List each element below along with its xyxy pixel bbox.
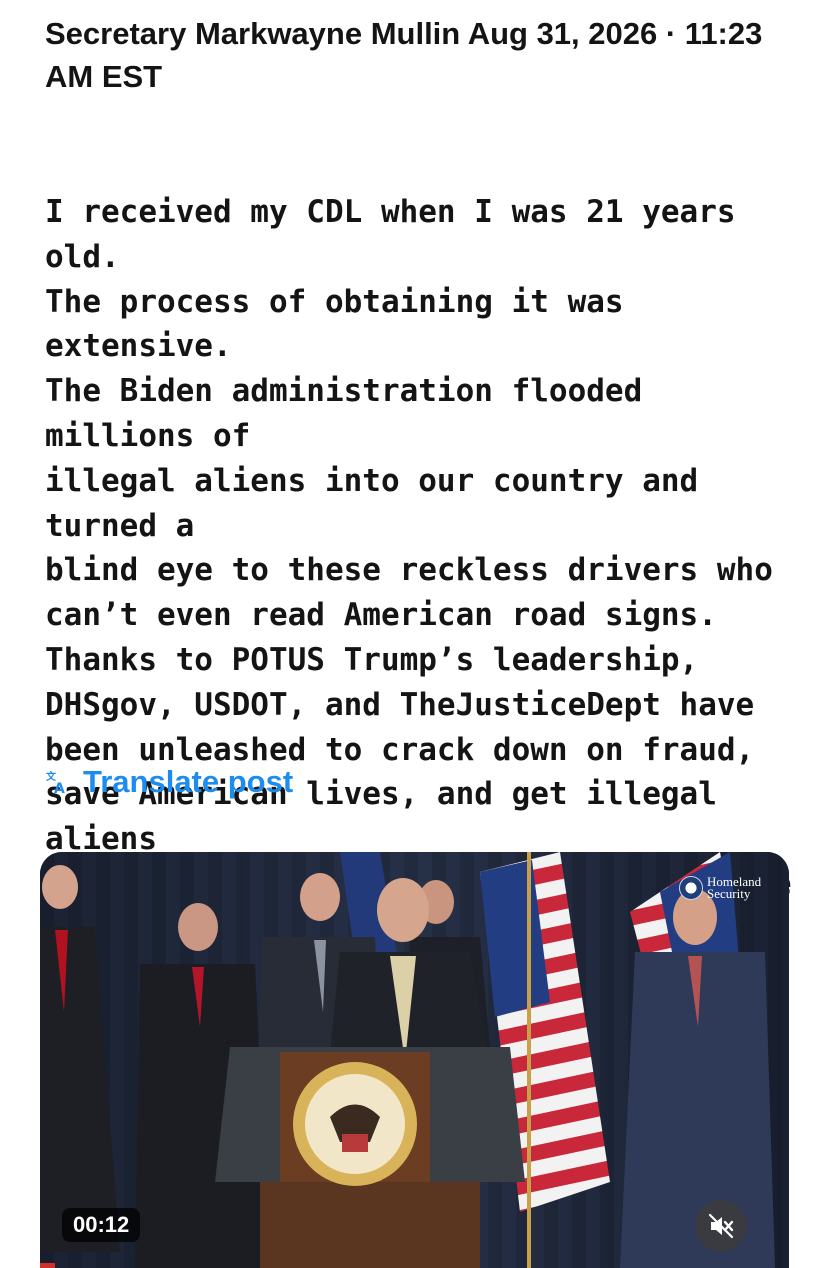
svg-text:A: A — [54, 781, 65, 795]
speaker-muted-icon — [708, 1213, 734, 1239]
homeland-security-watermark: Homeland Security — [679, 875, 769, 900]
video-timestamp: 00:12 — [62, 1208, 141, 1242]
video-progress-bar[interactable] — [40, 1263, 55, 1268]
post-header: Secretary Markwayne Mullin Aug 31, 2026 … — [45, 16, 763, 94]
mute-toggle-button[interactable] — [695, 1200, 747, 1252]
dhs-seal-icon — [679, 876, 703, 900]
translate-post-link[interactable]: 文 A Translate post — [45, 760, 293, 804]
translate-icon: 文 A — [46, 770, 65, 795]
translate-label: Translate post — [83, 764, 294, 799]
video-player[interactable]: Homeland Security 00:12 — [40, 852, 789, 1268]
press-conference-video-frame — [40, 852, 789, 1268]
